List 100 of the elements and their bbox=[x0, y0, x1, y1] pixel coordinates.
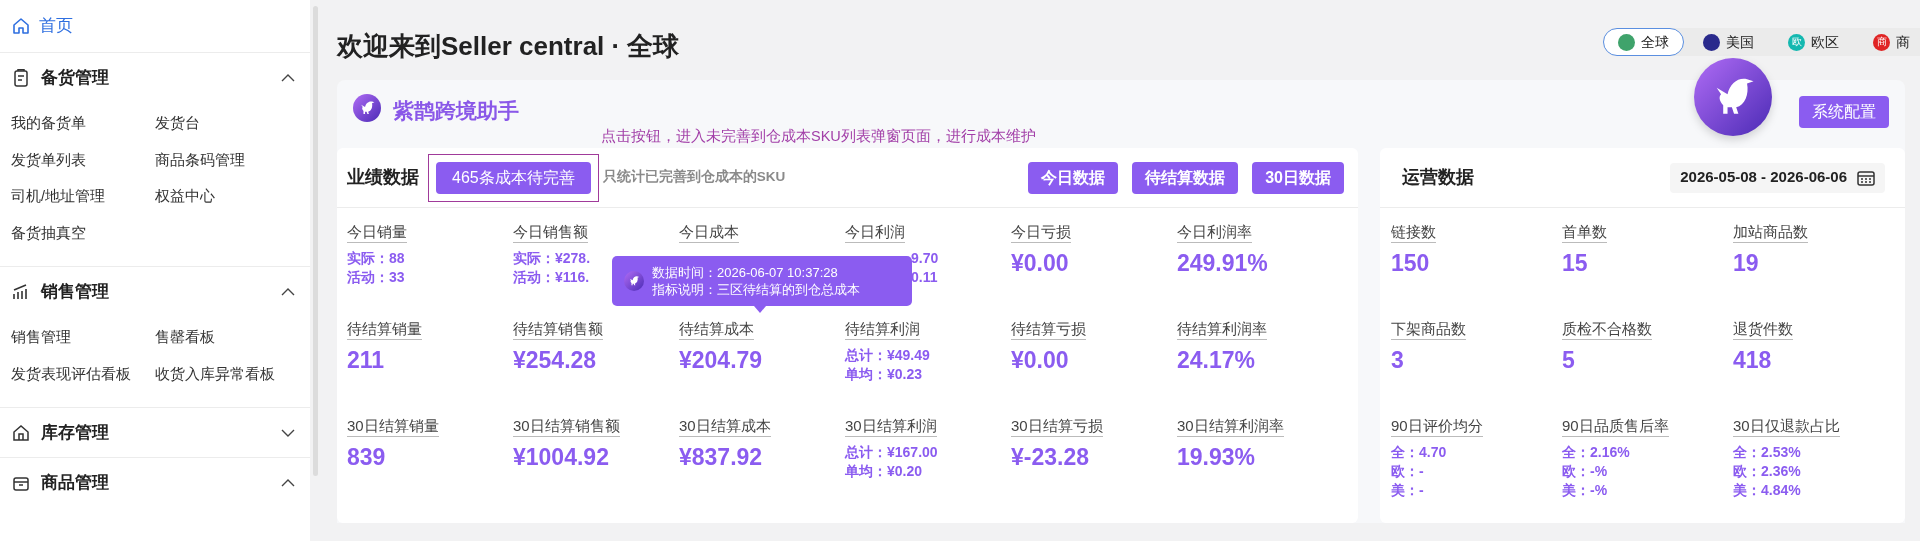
metric-detail: 全：2.16% bbox=[1562, 443, 1630, 462]
sidebar-item[interactable]: 我的备货单 bbox=[11, 113, 86, 136]
metric-value: ¥837.92 bbox=[679, 443, 763, 471]
metric-detail: 全：4.70 bbox=[1391, 443, 1447, 462]
metric-value: 211 bbox=[347, 346, 385, 374]
metric-label: 下架商品数 bbox=[1391, 319, 1466, 340]
clipboard-icon bbox=[11, 67, 31, 88]
metric-detail: 欧：2.36% bbox=[1733, 462, 1801, 481]
metric-detail: 0.11 bbox=[911, 268, 939, 287]
metric-value: 249.91% bbox=[1177, 249, 1268, 277]
metric-label: 今日利润率 bbox=[1177, 222, 1252, 243]
metric-label: 30日仅退款占比 bbox=[1733, 416, 1840, 437]
metric-value: 5 bbox=[1562, 346, 1575, 374]
metric-value: ¥0.00 bbox=[1011, 346, 1069, 374]
region-badge: 商 bbox=[1873, 33, 1890, 51]
metric-value: 19 bbox=[1733, 249, 1759, 277]
calendar-icon bbox=[1857, 169, 1875, 186]
metric-label: 今日亏损 bbox=[1011, 222, 1071, 243]
metric-detail: 全：2.53% bbox=[1733, 443, 1801, 462]
region-badge: 欧 bbox=[1788, 33, 1805, 51]
metric-label: 今日利润 bbox=[845, 222, 905, 243]
metric-label: 质检不合格数 bbox=[1562, 319, 1652, 340]
metric-label: 30日结算成本 bbox=[679, 416, 771, 437]
region-tab[interactable]: 欧 欧区 bbox=[1773, 28, 1854, 56]
home-icon bbox=[11, 16, 31, 36]
metric-value: 19.93% bbox=[1177, 443, 1255, 471]
sidebar-item[interactable]: 发货单列表 bbox=[11, 149, 86, 172]
metric-label: 90日品质售后率 bbox=[1562, 416, 1669, 437]
panel-title: 运营数据 bbox=[1402, 166, 1475, 189]
config-button[interactable]: 系统配置 bbox=[1799, 96, 1889, 128]
tooltip-text: 数据时间：2026-06-07 10:37:28 bbox=[652, 264, 839, 281]
sidebar-item[interactable]: 首页 bbox=[0, 0, 310, 52]
sidebar-item[interactable]: 权益中心 bbox=[155, 186, 215, 209]
metric-value: 839 bbox=[347, 443, 386, 471]
metric-label: 90日评价均分 bbox=[1391, 416, 1483, 437]
menu-group-header[interactable]: 商品管理 bbox=[0, 457, 310, 507]
metric-detail: 单均：¥0.23 bbox=[845, 365, 924, 384]
metric-value: 3 bbox=[1391, 346, 1404, 374]
range-button[interactable]: 待结算数据 bbox=[1132, 161, 1239, 194]
chevron-up-icon bbox=[281, 73, 295, 82]
metric-label: 待结算利润率 bbox=[1177, 319, 1267, 340]
sidebar-item[interactable]: 发货表现评估看板 bbox=[11, 363, 131, 386]
panel-title: 业绩数据 bbox=[347, 166, 419, 189]
sidebar-item[interactable]: 司机/地址管理 bbox=[11, 186, 106, 209]
metric-value: ¥-23.28 bbox=[1011, 443, 1089, 471]
region-tab[interactable]: 全球 bbox=[1603, 28, 1684, 56]
metric-detail: 总计：¥49.49 bbox=[845, 346, 930, 365]
sidebar-item[interactable]: 备货抽真空 bbox=[11, 222, 86, 245]
sidebar-item[interactable]: 商品条码管理 bbox=[155, 149, 245, 172]
bird-assistant-button[interactable] bbox=[1694, 58, 1772, 136]
sidebar-item[interactable]: 销售管理 bbox=[11, 327, 71, 350]
date-range-field[interactable]: 2026-05-08 - 2026-06-06 bbox=[1670, 162, 1885, 193]
metric-detail: 美：- bbox=[1391, 481, 1425, 500]
region-tab[interactable]: 美国 bbox=[1688, 28, 1769, 56]
metric-label: 30日结算销售额 bbox=[513, 416, 620, 437]
metric-label: 今日销量 bbox=[347, 222, 407, 243]
metric-label: 首单数 bbox=[1562, 222, 1607, 243]
house-icon bbox=[11, 422, 31, 443]
metric-label: 30日结算利润率 bbox=[1177, 416, 1284, 437]
note-text: 只统计已完善到仓成本的SKU bbox=[602, 168, 786, 187]
assistant-name: 紫鹊跨境助手 bbox=[393, 98, 519, 124]
sidebar-item[interactable]: 收货入库异常看板 bbox=[155, 363, 275, 386]
metric-value: 418 bbox=[1733, 346, 1772, 374]
menu-group-header[interactable]: 备货管理 bbox=[0, 52, 310, 102]
menu-group-header[interactable]: 库存管理 bbox=[0, 407, 310, 457]
metric-label: 今日销售额 bbox=[513, 222, 588, 243]
metric-value: ¥0.00 bbox=[1011, 249, 1069, 277]
metric-label: 待结算亏损 bbox=[1011, 319, 1086, 340]
metric-label: 加站商品数 bbox=[1733, 222, 1808, 243]
metric-detail: 美：4.84% bbox=[1733, 481, 1801, 500]
metric-detail: 单均：¥0.20 bbox=[845, 462, 924, 481]
chevron-down-icon bbox=[281, 428, 295, 437]
chevron-up-icon bbox=[281, 478, 295, 487]
pending-cost-button[interactable]: 465条成本待完善 bbox=[436, 161, 591, 194]
chevron-up-icon bbox=[281, 287, 295, 296]
metric-value: ¥254.28 bbox=[513, 346, 597, 374]
sidebar-item[interactable]: 发货台 bbox=[155, 113, 200, 136]
metric-detail: 活动：33 bbox=[347, 268, 405, 287]
metric-label: 待结算销售额 bbox=[513, 319, 603, 340]
sidebar-item[interactable]: 售罄看板 bbox=[155, 327, 215, 350]
range-button[interactable]: 30日数据 bbox=[1252, 161, 1344, 194]
bird-logo-icon bbox=[353, 94, 381, 122]
metric-detail: 9.70 bbox=[911, 249, 939, 268]
menu-group-header[interactable]: 销售管理 bbox=[0, 266, 310, 316]
region-tab[interactable]: 商 商 bbox=[1858, 28, 1920, 56]
metric-label: 链接数 bbox=[1391, 222, 1436, 243]
metric-label: 待结算成本 bbox=[679, 319, 754, 340]
metric-detail: 欧：- bbox=[1391, 462, 1425, 481]
metric-value: 150 bbox=[1391, 249, 1430, 277]
metric-label: 待结算销量 bbox=[347, 319, 422, 340]
metric-value: 24.17% bbox=[1177, 346, 1255, 374]
metric-label: 30日结算销量 bbox=[347, 416, 439, 437]
range-button[interactable]: 今日数据 bbox=[1028, 161, 1119, 194]
metric-value: ¥1004.92 bbox=[513, 443, 609, 471]
metric-label: 待结算利润 bbox=[845, 319, 920, 340]
metric-detail: 美：-% bbox=[1562, 481, 1609, 500]
metric-detail: 总计：¥167.00 bbox=[845, 443, 938, 462]
page-title: 欢迎来到Seller central · 全球 bbox=[337, 29, 681, 63]
metric-detail: 欧：-% bbox=[1562, 462, 1609, 481]
metric-detail: 活动：¥116. bbox=[513, 268, 591, 287]
